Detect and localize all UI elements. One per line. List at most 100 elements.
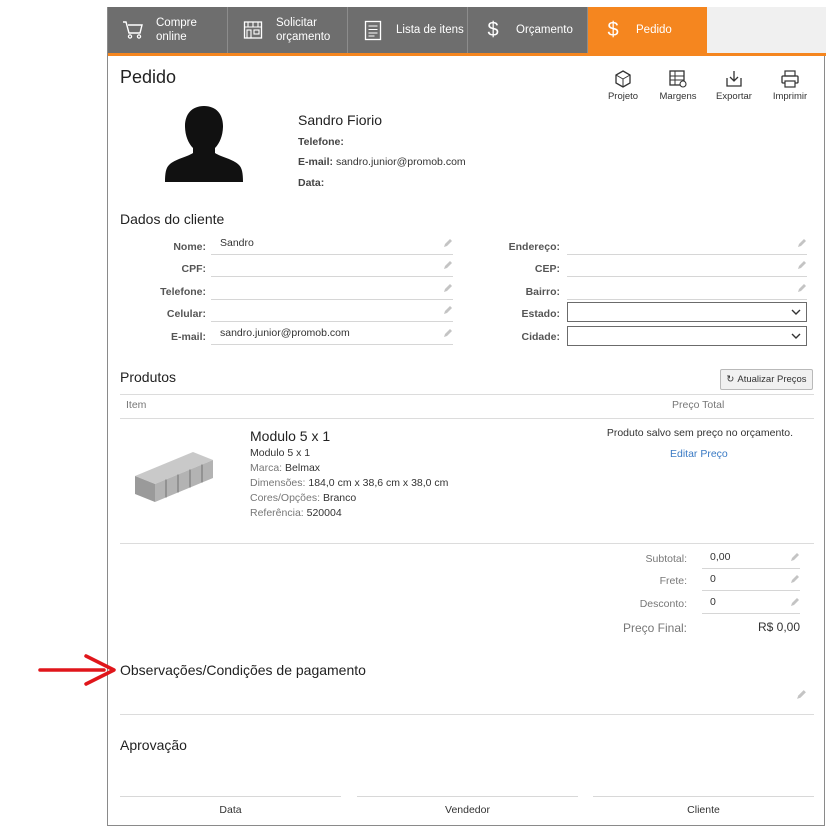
email-value: sandro.junior@promob.com: [220, 327, 350, 339]
pencil-icon: [798, 239, 806, 247]
cart-icon: [118, 20, 148, 40]
page-title: Pedido: [120, 67, 177, 87]
freight-label: Frete:: [659, 575, 687, 587]
tab-label: Orçamento: [516, 24, 573, 36]
margens-button[interactable]: Margens: [656, 69, 700, 102]
cpf-field[interactable]: [211, 257, 453, 277]
products-title: Produtos: [120, 369, 177, 385]
options-key: Cores/Opções:: [250, 492, 321, 504]
brand-value: Belmax: [285, 462, 321, 474]
tab-pedido[interactable]: $ Pedido: [588, 7, 707, 53]
customer-name: Sandro Fiorio: [298, 112, 383, 128]
printer-icon: [781, 70, 799, 88]
pencil-icon: [444, 306, 452, 314]
nome-field[interactable]: Sandro: [211, 235, 453, 255]
accent-divider: [108, 53, 826, 56]
freight-field[interactable]: 0: [702, 571, 800, 591]
email-field[interactable]: sandro.junior@promob.com: [211, 325, 453, 345]
date-label: Data:: [298, 177, 325, 189]
final-price-label: Preço Final:: [622, 621, 687, 635]
tab-compre-online[interactable]: Compre online: [108, 7, 228, 53]
col-item-header: Item: [126, 399, 147, 411]
dims-value: 184,0 cm x 38,6 cm x 38,0 cm: [308, 477, 449, 489]
imprimir-label: Imprimir: [772, 91, 808, 102]
ref-key: Referência:: [250, 507, 304, 519]
dollar-icon: $: [607, 18, 619, 41]
chevron-down-icon: [791, 309, 801, 315]
subtotal-label: Subtotal:: [645, 553, 687, 565]
imprimir-button[interactable]: Imprimir: [768, 69, 812, 102]
tab-solicitar-orcamento[interactable]: Solicitar orçamento: [228, 7, 348, 53]
approval-title: Aprovação: [120, 737, 187, 753]
export-icon: [726, 71, 742, 87]
red-arrow-annotation: [38, 654, 116, 686]
field-label: Estado:: [521, 308, 560, 320]
pencil-icon: [791, 553, 799, 561]
dollar-icon: $: [487, 18, 499, 41]
tab-label: Solicitar orçamento: [276, 17, 331, 43]
endereco-field[interactable]: [567, 235, 807, 255]
field-label: E-mail:: [170, 331, 206, 343]
product-subtitle: Modulo 5 x 1: [250, 447, 311, 459]
final-price-value: R$ 0,00: [757, 620, 800, 634]
cidade-select[interactable]: [567, 326, 807, 346]
tab-label: Pedido: [636, 24, 672, 36]
cep-field[interactable]: [567, 257, 807, 277]
field-label: Endereço:: [508, 241, 560, 253]
pencil-icon: [444, 329, 452, 337]
subtotal-field[interactable]: 0,00: [702, 549, 800, 569]
divider: [120, 418, 814, 419]
estado-select[interactable]: [567, 302, 807, 322]
signature-line: [357, 796, 578, 797]
cube-icon: [615, 70, 631, 88]
customer-date: Data:: [298, 177, 324, 189]
edit-price-link[interactable]: Editar Preço: [670, 448, 728, 460]
field-label: Cidade:: [521, 331, 560, 343]
field-label: CEP:: [534, 263, 560, 275]
nome-value: Sandro: [220, 237, 254, 249]
exportar-button[interactable]: Exportar: [712, 69, 756, 102]
product-brand: Marca: Belmax: [250, 462, 320, 474]
projeto-button[interactable]: Projeto: [602, 69, 644, 102]
discount-field[interactable]: 0: [702, 594, 800, 614]
celular-field[interactable]: [211, 302, 453, 322]
refresh-label: Atualizar Preços: [737, 374, 807, 385]
ref-value: 520004: [306, 507, 342, 519]
order-page: Compre online Solicitar orçamento Lista …: [107, 7, 826, 826]
telefone-field[interactable]: [211, 280, 453, 300]
tab-orcamento[interactable]: $ Orçamento: [468, 7, 588, 53]
email-value: sandro.junior@promob.com: [335, 156, 466, 168]
tab-lista-de-itens[interactable]: Lista de itens: [348, 7, 468, 53]
pencil-icon: [444, 239, 452, 247]
subtotal-value: 0,00: [710, 551, 731, 563]
bairro-field[interactable]: [567, 280, 807, 300]
discount-label: Desconto:: [639, 598, 687, 610]
field-label: Bairro:: [525, 286, 560, 298]
refresh-prices-button[interactable]: ↻ Atualizar Preços: [720, 369, 813, 390]
pencil-icon[interactable]: [796, 689, 807, 700]
margin-table-icon: [669, 70, 687, 88]
field-label: Telefone:: [160, 286, 206, 298]
refresh-icon: ↻: [726, 374, 735, 385]
options-value: Branco: [322, 492, 357, 504]
product-name: Modulo 5 x 1: [250, 428, 331, 444]
top-tab-bar: Compre online Solicitar orçamento Lista …: [108, 7, 826, 54]
pencil-icon: [444, 284, 452, 292]
exportar-label: Exportar: [716, 91, 752, 102]
brand-key: Marca:: [250, 462, 283, 474]
phone-label: Telefone:: [298, 136, 344, 148]
tab-label: Lista de itens: [396, 24, 464, 36]
product-thumbnail: [133, 444, 215, 509]
pencil-icon: [798, 261, 806, 269]
margens-label: Margens: [659, 91, 697, 102]
list-icon: [358, 20, 388, 41]
email-label: E-mail:: [298, 156, 334, 168]
pencil-icon: [444, 261, 452, 269]
chevron-down-icon: [791, 333, 801, 339]
divider: [120, 714, 814, 715]
customer-phone: Telefone:: [298, 136, 344, 148]
divider: [120, 394, 814, 395]
product-options: Cores/Opções: Branco: [250, 492, 356, 504]
freight-value: 0: [710, 573, 716, 585]
signature-line: [593, 796, 814, 797]
